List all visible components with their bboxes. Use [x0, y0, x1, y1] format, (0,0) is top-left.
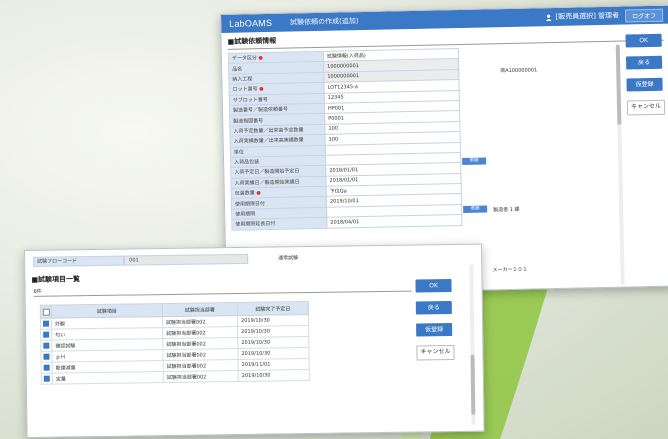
field-label-text: 単位 [233, 149, 244, 156]
cell-due-date: 2019/10/30 [238, 369, 310, 382]
front-action-buttons: OK 戻る 仮登録 キャンセル [415, 279, 455, 361]
field-label-text: サブロット番号 [232, 96, 268, 104]
field-label-text: 入荷予定数量／出来高予定数量 [233, 127, 304, 135]
col-department: 試験担当部署 [162, 302, 238, 317]
row-select-cell[interactable] [40, 351, 53, 363]
flow-code-value: 001 [124, 253, 249, 266]
test-items-table: 試験項目 試験担当部署 試験完了予定日 外観 試験担当部署002 2019/10/3… [40, 301, 310, 385]
row-checkbox[interactable] [43, 375, 50, 382]
back-action-buttons: OK 戻る 仮登録 キャンセル [625, 33, 666, 116]
row-select-cell[interactable] [41, 362, 53, 374]
cancel-button[interactable]: キャンセル [416, 345, 455, 361]
field-label-text: 包装数量 [234, 190, 255, 197]
field-label-text: 入荷予定日／製造開始予定日 [234, 168, 300, 177]
window-title: 試験依頼の作成(追加) [290, 17, 359, 27]
user-info: [販売員選択] 管理者 [545, 11, 625, 23]
field-label: 使用期限延長日付 [231, 217, 328, 230]
col-due-date: 試験完了予定日 [237, 301, 309, 316]
field-label-text: 入荷実績数量／出来高実績数量 [233, 137, 304, 146]
ok-button[interactable]: OK [415, 279, 452, 293]
required-marker: ● [254, 190, 261, 197]
flow-code-note: 通常試験 [278, 255, 299, 262]
required-marker: ● [256, 55, 263, 62]
field-label-text: 品名 [232, 66, 243, 73]
row-select-cell[interactable] [40, 340, 52, 352]
field-label-text: 製造番号／製造依頼番号 [232, 106, 289, 114]
field-label-text: 使用期限延長日付 [235, 221, 276, 229]
cancel-button[interactable]: キャンセル [626, 99, 666, 116]
product-code-note: 商A100000001 [500, 67, 538, 75]
row-checkbox[interactable] [43, 342, 50, 349]
row-checkbox[interactable] [42, 320, 50, 327]
field-value-input[interactable]: 2018/04/01 [326, 214, 462, 228]
ok-button[interactable]: OK [625, 33, 662, 48]
row-select-cell[interactable] [40, 318, 52, 330]
field-label-text: データ区分 [231, 55, 258, 62]
cell-test-item: 定量 [52, 371, 164, 385]
required-marker: ● [257, 86, 264, 93]
provisional-save-button[interactable]: 仮登録 [416, 323, 453, 337]
field-label-text: ロット番号 [232, 86, 258, 94]
select-all-checkbox[interactable] [42, 308, 50, 316]
field-label-text: 入荷実績日／製造開始実績日 [234, 179, 300, 187]
request-form: データ区分 ● 試験情報(入荷品) 品名 1000000001 納入工程 10000000… [228, 48, 463, 230]
reference-note: 製造者 1 課 [493, 206, 520, 214]
form-scrollbar[interactable] [615, 44, 625, 285]
field-label-text: 入荷品包装 [234, 159, 260, 166]
user-name: [販売員選択] 管理者 [555, 11, 620, 21]
back-button[interactable]: 戻る [625, 55, 663, 70]
field-label-text: 使用期限 [235, 211, 256, 218]
row-checkbox[interactable] [43, 364, 50, 371]
field-label-text: 製造指図番号 [233, 117, 264, 125]
scrollbar-thumb[interactable] [470, 354, 476, 415]
unit-reference-button[interactable]: 参照 [462, 157, 487, 165]
scrollbar-thumb[interactable] [615, 44, 622, 125]
provisional-save-button[interactable]: 仮登録 [626, 77, 663, 92]
table-row[interactable]: 定量 試験担当部署002 2019/10/30 [41, 369, 310, 385]
select-all-cell[interactable] [40, 305, 52, 319]
maker-note: メーカー１０１ [492, 266, 528, 274]
user-icon [546, 14, 552, 21]
back-button[interactable]: 戻る [415, 301, 452, 315]
row-select-cell[interactable] [41, 373, 53, 385]
field-label-text: 納入工程 [232, 76, 253, 83]
logout-button[interactable]: ログオフ [624, 8, 664, 23]
package-reference-button[interactable]: 参照 [463, 205, 488, 213]
row-checkbox[interactable] [43, 331, 50, 338]
row-select-cell[interactable] [40, 329, 52, 341]
field-label-text: 使用期限日付 [234, 200, 266, 208]
test-items-window: 試験フローコード 001 通常試験 ■試験項目一覧 6件 試験項目 試験担当部署… [24, 243, 485, 438]
app-logo: LabOAMS [229, 17, 273, 29]
cell-department: 試験担当部署002 [163, 370, 239, 383]
flow-code-label: 試験フローコード [33, 255, 125, 267]
row-checkbox[interactable] [43, 353, 50, 360]
